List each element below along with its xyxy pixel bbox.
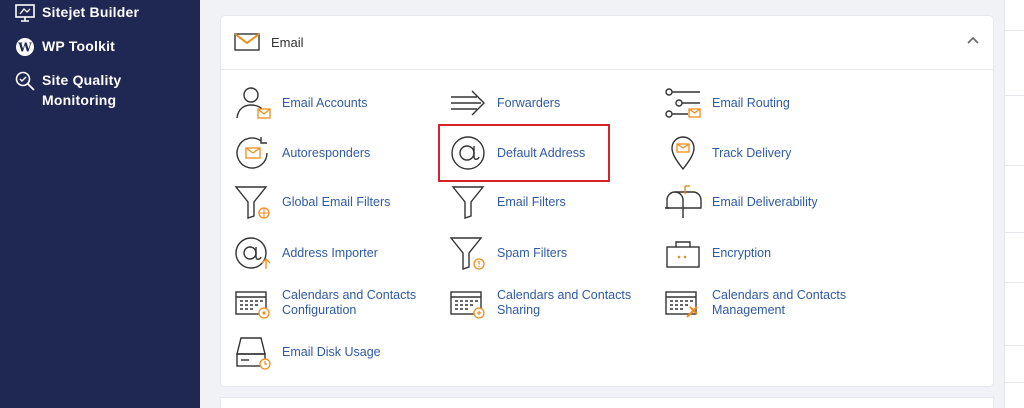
tool-label: Email Accounts <box>282 95 368 110</box>
tool-email-routing[interactable]: Email Routing <box>663 85 790 121</box>
arrow-forward-icon <box>451 90 485 116</box>
tool-calendars-contacts-management[interactable]: Calendars and Contacts Management <box>663 285 846 321</box>
tool-label: Address Importer <box>282 245 378 260</box>
funnel-warning-icon <box>449 237 485 270</box>
tool-label: Track Delivery <box>712 145 792 160</box>
sidebar-item-label: Sitejet Builder <box>42 4 140 20</box>
sidebar-item-wp-toolkit[interactable]: W WP Toolkit <box>14 36 115 58</box>
tool-encryption[interactable]: Encryption <box>663 235 771 271</box>
sidebar: Sitejet Builder W WP Toolkit Site Qualit… <box>0 0 200 408</box>
tool-autoresponders[interactable]: Autoresponders <box>233 135 370 171</box>
user-mail-icon <box>236 87 271 119</box>
routing-icon <box>665 88 701 118</box>
tool-calendars-contacts-configuration[interactable]: Calendars and Contacts Configuration <box>233 285 416 321</box>
monitor-icon <box>15 4 35 22</box>
calendar-manage-icon <box>665 291 698 318</box>
tool-label: Autoresponders <box>282 145 371 160</box>
tool-spam-filters[interactable]: Spam Filters <box>448 235 567 271</box>
tool-global-email-filters[interactable]: Global Email Filters <box>233 184 390 220</box>
tool-label: Calendars and Contacts Configuration <box>282 288 417 317</box>
tool-email-filters[interactable]: Email Filters <box>448 184 566 220</box>
mailbox-icon <box>665 185 702 218</box>
funnel-icon <box>451 186 485 219</box>
section-title: Email <box>271 35 304 50</box>
tool-track-delivery[interactable]: Track Delivery <box>663 135 791 171</box>
lock-box-icon <box>666 241 700 268</box>
next-section-panel <box>221 398 993 408</box>
tool-address-importer[interactable]: Address Importer <box>233 235 378 271</box>
autoresponder-icon <box>236 137 268 169</box>
tool-label: Email Filters <box>497 194 566 209</box>
calendar-gear-icon <box>235 291 270 319</box>
calendar-share-icon <box>450 291 485 319</box>
tool-label: Email Disk Usage <box>282 344 381 359</box>
tool-label: Email Deliverability <box>712 194 818 209</box>
tool-label: Global Email Filters <box>282 194 391 209</box>
tool-label: Spam Filters <box>497 245 568 260</box>
funnel-globe-icon <box>234 186 270 219</box>
at-import-icon <box>235 237 271 269</box>
tool-label: Encryption <box>712 245 772 260</box>
tool-label: Forwarders <box>497 95 561 110</box>
highlight-box <box>438 124 610 182</box>
disk-usage-icon <box>236 337 271 370</box>
wordpress-icon: W <box>16 38 34 56</box>
tool-label: Calendars and Contacts Management <box>712 288 847 317</box>
envelope-icon <box>234 33 260 51</box>
svg-text:W: W <box>17 41 32 55</box>
sidebar-item-site-quality-monitoring[interactable]: Site Quality Monitoring <box>14 70 121 110</box>
magnifier-check-icon <box>15 71 35 91</box>
tool-email-deliverability[interactable]: Email Deliverability <box>663 184 818 220</box>
tool-label: Email Routing <box>712 95 790 110</box>
sidebar-item-sitejet-builder[interactable]: Sitejet Builder <box>14 2 139 24</box>
email-section-header[interactable]: Email <box>221 16 993 70</box>
tool-email-accounts[interactable]: Email Accounts <box>233 85 367 121</box>
sidebar-item-label: WP Toolkit <box>42 38 116 54</box>
tool-email-disk-usage[interactable]: Email Disk Usage <box>233 334 381 370</box>
tool-forwarders[interactable]: Forwarders <box>448 85 560 121</box>
chevron-up-icon[interactable] <box>967 36 979 44</box>
right-side-panel <box>1004 0 1024 408</box>
sidebar-item-label: Site Quality Monitoring <box>42 72 122 108</box>
tool-calendars-contacts-sharing[interactable]: Calendars and Contacts Sharing <box>448 285 631 321</box>
tool-label: Calendars and Contacts Sharing <box>497 288 632 317</box>
location-pin-icon <box>671 136 695 171</box>
